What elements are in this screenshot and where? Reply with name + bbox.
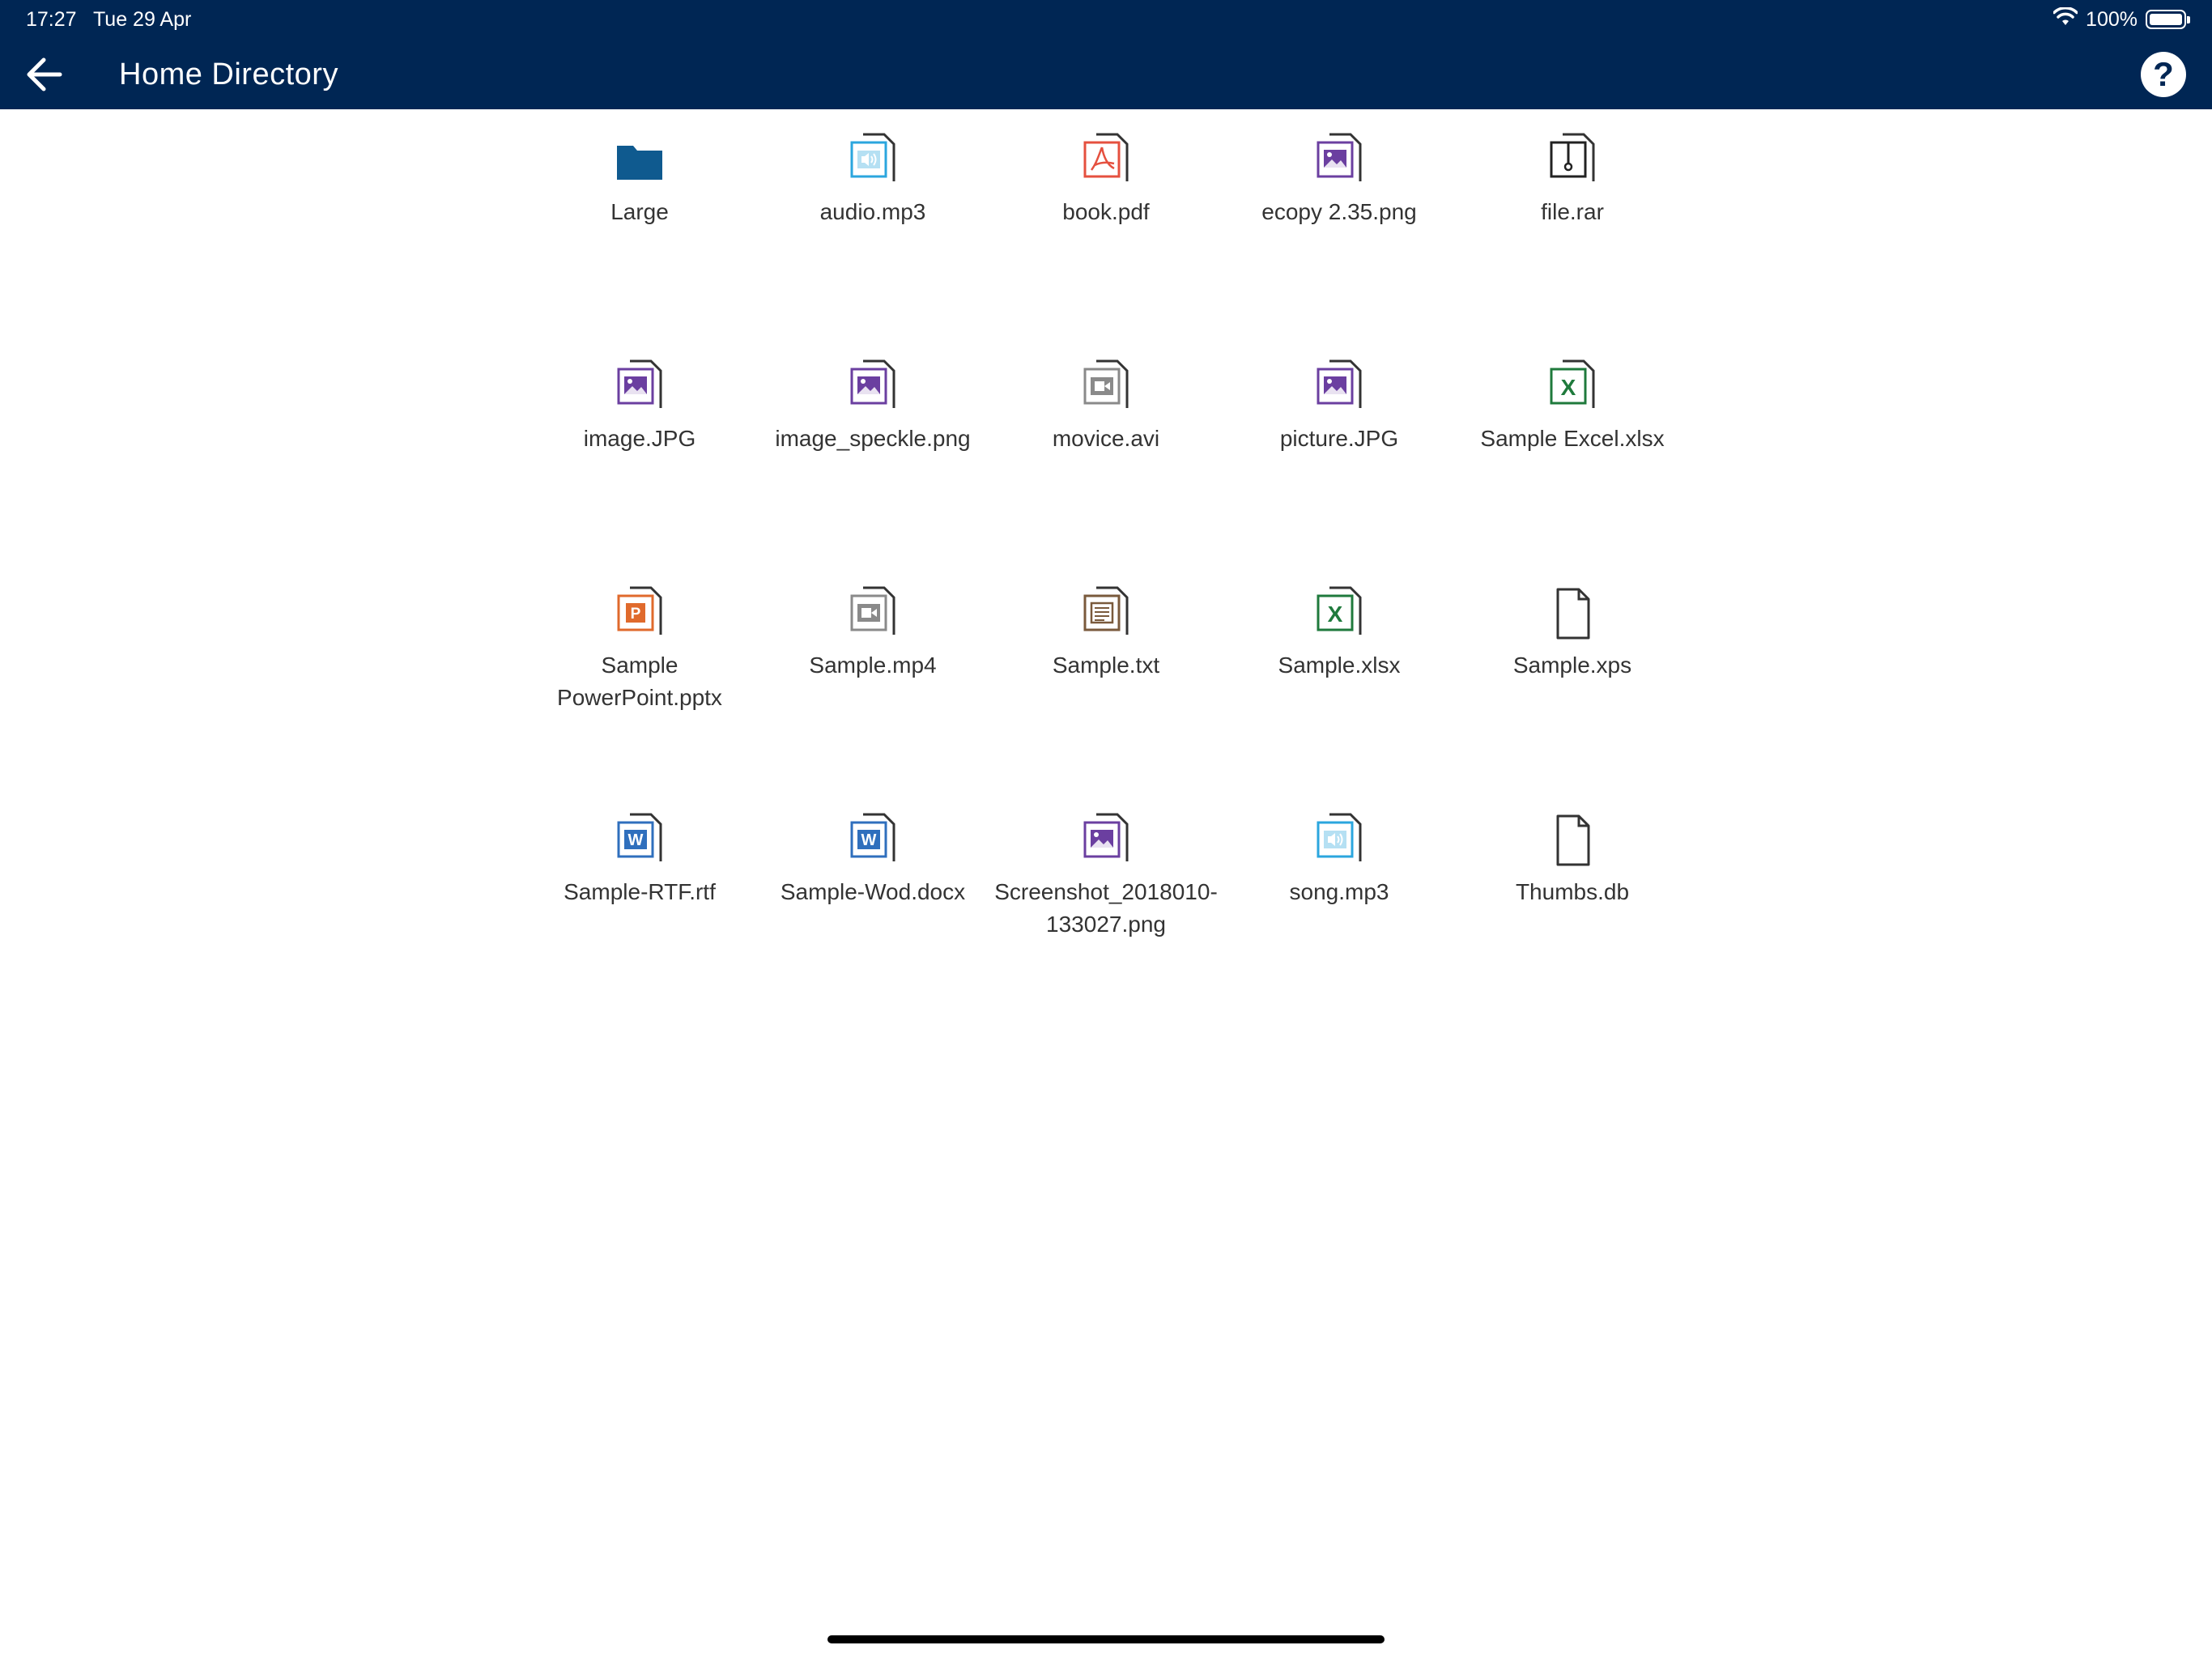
date-text: Tue 29 Apr [92,8,192,31]
question-mark-icon: ? [2153,55,2174,93]
file-name: picture.JPG [1279,426,1399,451]
file-name: Screenshot_2018010- 133027.png [994,879,1218,937]
image-file-icon [759,358,986,416]
image-file-icon [526,358,753,416]
file-name: Sample Excel.xlsx [1480,426,1665,451]
status-indicators: 100% [2052,5,2190,34]
file-name: book.pdf [1062,199,1150,224]
file-name: Sample.mp4 [809,653,937,678]
file-name: file.rar [1541,199,1604,224]
video-file-icon [759,585,986,643]
battery-percent: 100% [2086,7,2138,31]
image-file-icon [1226,131,1453,189]
page-title: Home Directory [119,57,338,91]
file-name: ecopy 2.35.png [1261,199,1417,224]
wifi-icon [2052,6,2078,32]
file-name: audio.mp3 [819,199,926,224]
file-item[interactable]: ecopy 2.35.png [1226,131,1453,228]
file-name: Thumbs.db [1515,879,1630,904]
arrow-left-icon [27,57,62,91]
home-indicator[interactable] [827,1635,1385,1643]
excel-file-icon: X [1459,358,1686,416]
image-file-icon [1226,358,1453,416]
file-name: Sample.txt [1052,653,1160,678]
word-file-icon: W [526,811,753,869]
file-item[interactable]: Sample.xps [1459,585,1686,682]
svg-text:P: P [631,606,641,623]
file-item[interactable]: Large [526,131,753,228]
word-file-icon: W [759,811,986,869]
pdf-file-icon [993,131,1219,189]
svg-text:W: W [861,831,877,849]
file-item[interactable]: image.JPG [526,358,753,455]
folder-icon [526,131,753,189]
audio-file-icon [759,131,986,189]
svg-text:X: X [1561,375,1576,400]
file-item[interactable]: W Sample-Wod.docx [759,811,986,908]
excel-file-icon: X [1226,585,1453,643]
battery-level [2150,14,2182,25]
archive-file-icon [1459,131,1686,189]
file-name: Sample-RTF.rtf [564,879,716,904]
file-item[interactable]: movice.avi [993,358,1219,455]
file-item[interactable]: Thumbs.db [1459,811,1686,908]
file-name: movice.avi [1052,426,1160,451]
video-file-icon [993,358,1219,416]
audio-file-icon [1226,811,1453,869]
file-item[interactable]: image_speckle.png [759,358,986,455]
file-name: Sample.xps [1512,653,1632,678]
file-item[interactable]: X Sample Excel.xlsx [1459,358,1686,455]
help-button[interactable]: ? [2141,52,2186,97]
file-name: song.mp3 [1289,879,1389,904]
file-name: Sample.xlsx [1278,653,1401,678]
file-name: image.JPG [583,426,696,451]
clock-text: 17:27 [26,8,77,31]
file-name: image_speckle.png [775,426,971,451]
file-item[interactable]: book.pdf [993,131,1219,228]
text-file-icon [993,585,1219,643]
file-item[interactable]: P Sample PowerPoint.pptx [526,585,753,714]
powerpoint-file-icon: P [526,585,753,643]
file-item[interactable]: picture.JPG [1226,358,1453,455]
generic-file-icon [1459,585,1686,643]
file-item[interactable]: file.rar [1459,131,1686,228]
file-name: Large [610,199,669,224]
file-item[interactable]: X Sample.xlsx [1226,585,1453,682]
svg-text:W: W [628,831,644,849]
file-name: Sample PowerPoint.pptx [557,653,722,710]
file-item[interactable]: song.mp3 [1226,811,1453,908]
image-file-icon [993,811,1219,869]
top-bar: 17:27 Tue 29 Apr 100% Home Directory ? [0,0,2212,109]
file-item[interactable]: audio.mp3 [759,131,986,228]
generic-file-icon [1459,811,1686,869]
file-name: Sample-Wod.docx [780,879,966,904]
file-item[interactable]: W Sample-RTF.rtf [526,811,753,908]
back-button[interactable] [18,50,70,99]
file-item[interactable]: Screenshot_2018010- 133027.png [993,811,1219,941]
battery-icon [2146,10,2190,29]
svg-text:X: X [1328,602,1343,627]
file-item[interactable]: Sample.mp4 [759,585,986,682]
file-item[interactable]: Sample.txt [993,585,1219,682]
status-time: 17:27 Tue 29 Apr [26,6,191,32]
